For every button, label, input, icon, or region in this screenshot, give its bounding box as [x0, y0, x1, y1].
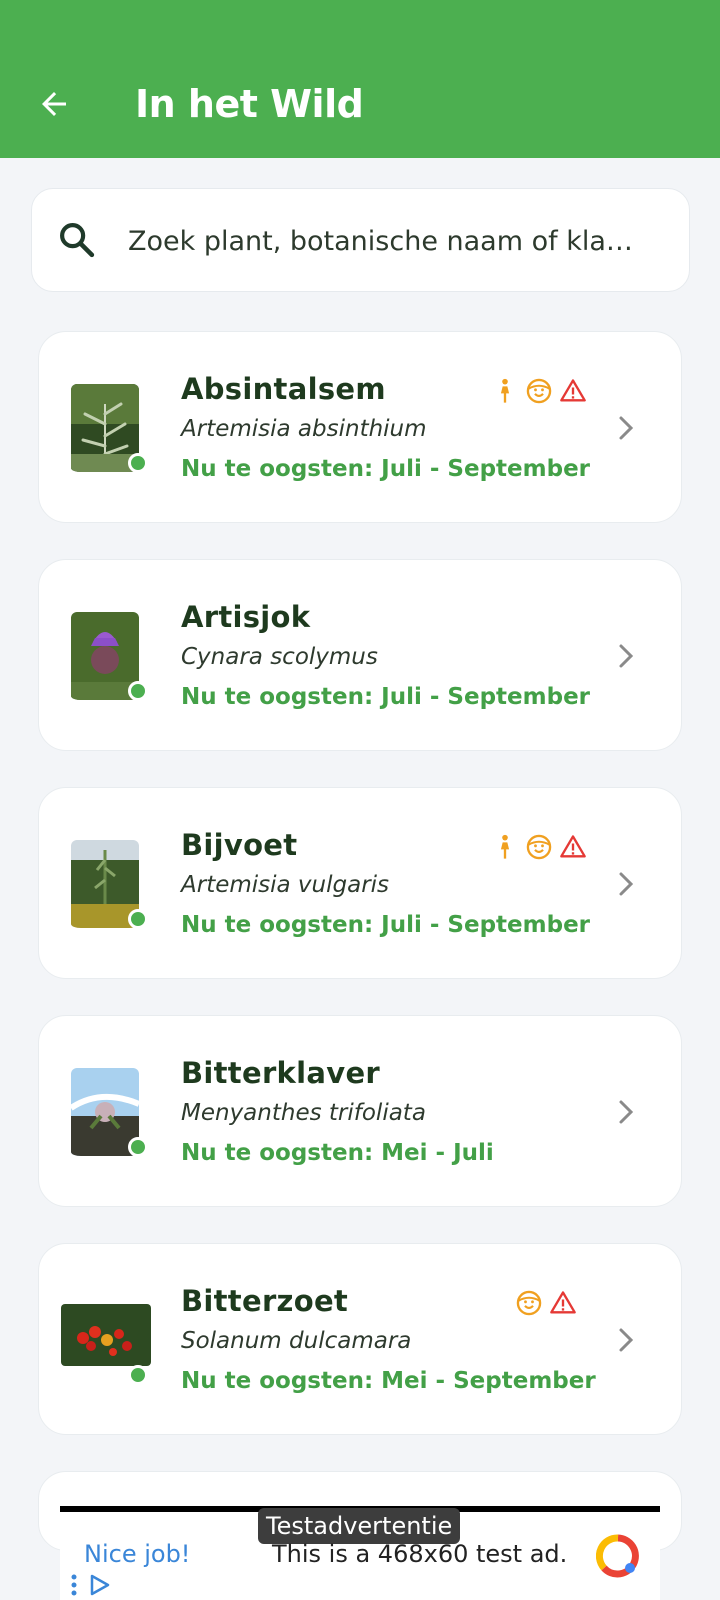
harvest-period: Nu te oogsten: Mei - September	[181, 1368, 596, 1394]
warning-badges	[491, 832, 587, 862]
botanical-name: Artemisia vulgaris	[181, 872, 390, 898]
botanical-name: Solanum dulcamara	[181, 1328, 412, 1354]
warning-icon	[560, 835, 586, 858]
ad-logo-icon	[596, 1534, 639, 1578]
ad-choices-icon[interactable]	[68, 1572, 120, 1598]
ad-headline[interactable]: Nice job!	[84, 1540, 190, 1568]
warning-badges	[515, 1288, 577, 1318]
pregnancy-icon	[500, 834, 510, 859]
chevron-right-icon	[619, 1100, 634, 1124]
plant-name: Bitterklaver	[181, 1056, 381, 1090]
harvest-period: Nu te oogsten: Juli - September	[181, 456, 591, 482]
child-icon	[526, 378, 552, 404]
botanical-name: Menyanthes trifoliata	[181, 1100, 426, 1126]
plant-card[interactable]: Absintalsem Artemisia absinthium Nu te o…	[38, 331, 682, 523]
harvest-period: Nu te oogsten: Juli - September	[181, 912, 591, 938]
plant-name: Absintalsem	[181, 372, 386, 406]
chevron-right-icon	[619, 644, 634, 668]
child-icon	[516, 1290, 542, 1316]
status-dot	[128, 681, 148, 701]
chevron-right-icon	[619, 1328, 634, 1352]
warning-icon	[550, 1291, 576, 1314]
warning-badges	[491, 376, 587, 406]
arrow-left-icon	[42, 92, 66, 116]
plant-name: Bitterzoet	[181, 1284, 349, 1318]
plant-name: Bijvoet	[181, 828, 298, 862]
status-dot	[128, 453, 148, 473]
ad-text[interactable]: This is a 468x60 test ad.	[272, 1540, 567, 1568]
status-dot	[128, 1137, 148, 1157]
botanical-name: Cynara scolymus	[181, 644, 378, 670]
plant-name: Artisjok	[181, 600, 311, 634]
status-dot	[128, 1365, 148, 1385]
search-input[interactable]	[128, 189, 673, 293]
plant-card[interactable]: Bitterzoet Solanum dulcamara Nu te oogst…	[38, 1243, 682, 1435]
botanical-name: Artemisia absinthium	[181, 416, 427, 442]
search-bar[interactable]	[31, 188, 690, 293]
harvest-period: Nu te oogsten: Juli - September	[181, 684, 591, 710]
child-icon	[526, 834, 552, 860]
status-dot	[128, 909, 148, 929]
plant-card[interactable]: Bijvoet Artemisia vulgaris Nu te oogsten…	[38, 787, 682, 979]
warning-icon	[560, 379, 586, 402]
plant-card[interactable]: Artisjok Cynara scolymus Nu te oogsten: …	[38, 559, 682, 751]
chevron-right-icon	[619, 416, 634, 440]
harvest-period: Nu te oogsten: Mei - Juli	[181, 1140, 494, 1166]
back-button[interactable]	[30, 80, 78, 128]
page-title: In het Wild	[135, 82, 364, 126]
plant-photo	[61, 1304, 151, 1366]
pregnancy-icon	[500, 378, 510, 403]
plant-card[interactable]: Bitterklaver Menyanthes trifoliata Nu te…	[38, 1015, 682, 1207]
app-bar: In het Wild	[0, 0, 720, 158]
search-icon	[60, 223, 95, 258]
chevron-right-icon	[619, 872, 634, 896]
ad-label: Testadvertentie	[258, 1508, 461, 1544]
